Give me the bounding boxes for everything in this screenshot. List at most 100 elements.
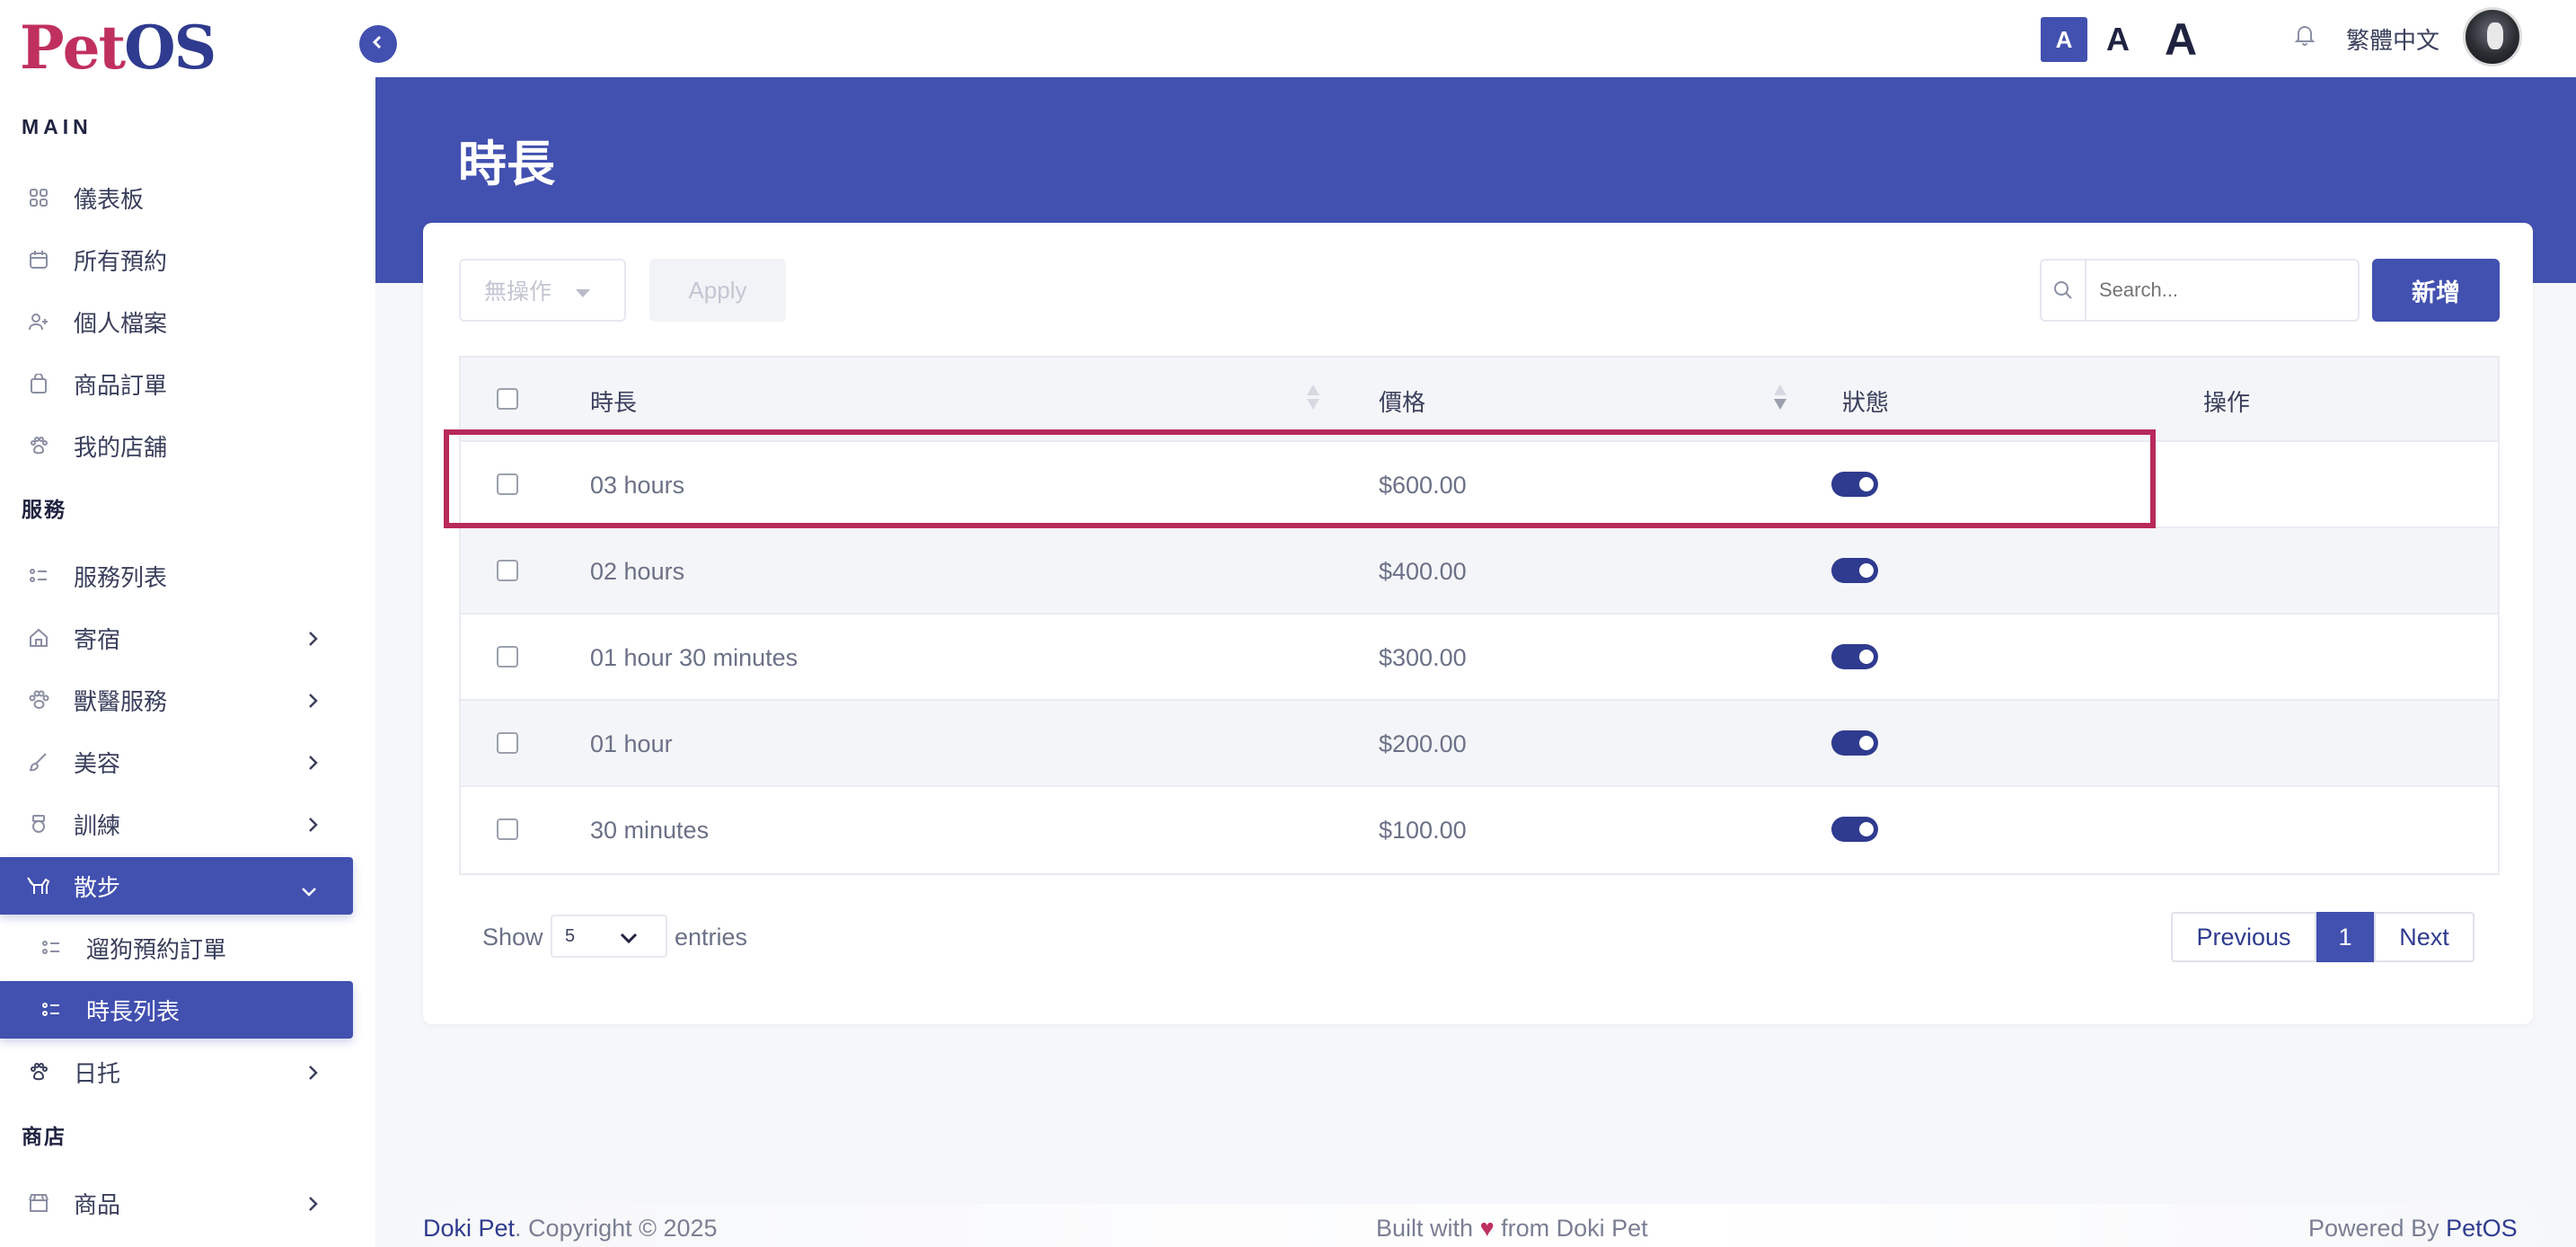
footer-copyright-text: . Copyright © 2025 xyxy=(515,1215,718,1242)
sidebar-item-vet-services[interactable]: 獸醫服務 xyxy=(0,671,353,729)
user-plus-icon xyxy=(27,310,50,333)
chevron-down-icon xyxy=(619,929,639,950)
select-all-checkbox[interactable] xyxy=(497,388,518,410)
bulk-action-select[interactable]: 無操作 xyxy=(459,259,626,322)
sidebar-item-label: 個人檔案 xyxy=(74,309,168,337)
sidebar-item-label: 儀表板 xyxy=(74,185,145,213)
paw-icon xyxy=(27,1060,50,1083)
row-checkbox[interactable] xyxy=(497,732,518,754)
status-toggle[interactable] xyxy=(1831,817,1878,842)
previous-page-button[interactable]: Previous xyxy=(2171,912,2316,962)
chevron-right-icon xyxy=(306,751,319,779)
dog-walk-icon xyxy=(27,874,50,898)
sidebar-item-my-store[interactable]: 我的店舖 xyxy=(0,417,353,474)
row-checkbox[interactable] xyxy=(497,560,518,581)
petos-logo[interactable]: Pet OS xyxy=(20,13,216,83)
section-title-main: MAIN xyxy=(22,115,93,138)
section-title-shop: 商店 xyxy=(22,1125,66,1148)
price-cell: $200.00 xyxy=(1379,730,1467,757)
entries-per-page-select[interactable]: 5 xyxy=(551,915,667,958)
row-checkbox[interactable] xyxy=(497,818,518,840)
sidebar-item-all-bookings[interactable]: 所有預約 xyxy=(0,231,353,288)
brush-icon xyxy=(27,750,50,774)
sidebar-item-label: 美容 xyxy=(74,749,121,777)
price-cell: $400.00 xyxy=(1379,558,1467,585)
footer-built-text: Built with xyxy=(1376,1215,1474,1242)
sidebar-item-label: 時長列表 xyxy=(86,997,181,1025)
sidebar-item-label: 訓練 xyxy=(74,811,121,839)
calendar-icon xyxy=(27,248,50,271)
heart-icon: ♥ xyxy=(1479,1215,1495,1242)
sidebar-item-profile[interactable]: 個人檔案 xyxy=(0,293,353,350)
paw-icon xyxy=(27,434,50,457)
search-icon xyxy=(2042,261,2086,320)
sidebar-item-dog-walking[interactable]: 散步 xyxy=(0,857,353,915)
page-number-button[interactable]: 1 xyxy=(2316,912,2374,962)
logo-letters-et: et xyxy=(62,13,126,83)
sidebar-item-training[interactable]: 訓練 xyxy=(0,795,353,853)
column-header-duration[interactable]: 時長 xyxy=(590,385,637,418)
language-selector[interactable]: 繁體中文 xyxy=(2346,22,2439,56)
content-card: 無操作 Apply 新增 時長 價格 狀態 操作 03 hours $600.0… xyxy=(423,223,2533,1024)
sidebar-item-boarding[interactable]: 寄宿 xyxy=(0,609,353,667)
sidebar-item-label: 散步 xyxy=(74,873,121,901)
sidebar-item-walk-bookings[interactable]: 遛狗預約訂單 xyxy=(0,919,353,977)
next-page-button[interactable]: Next xyxy=(2374,912,2475,962)
entries-label: entries xyxy=(675,924,748,951)
sidebar-item-dashboard[interactable]: 儀表板 xyxy=(0,169,353,226)
chevron-right-icon xyxy=(306,813,319,841)
sidebar-item-duration-list[interactable]: 時長列表 xyxy=(0,981,353,1039)
status-toggle[interactable] xyxy=(1831,644,1878,669)
highlight-box xyxy=(444,429,2156,528)
font-size-small-button[interactable]: A xyxy=(2041,17,2087,62)
footer-from-text: from Doki Pet xyxy=(1501,1215,1648,1242)
sort-icon[interactable] xyxy=(1307,385,1319,413)
sidebar-item-label: 商品訂單 xyxy=(74,371,168,399)
status-toggle[interactable] xyxy=(1831,558,1878,583)
sidebar-item-label: 商品 xyxy=(74,1190,121,1218)
bell-icon[interactable] xyxy=(2294,23,2316,51)
entries-value: 5 xyxy=(565,925,576,946)
footer-brand-link[interactable]: Doki Pet xyxy=(423,1215,515,1242)
sidebar-item-products[interactable]: 商品 xyxy=(0,1174,353,1232)
list-icon xyxy=(40,998,63,1021)
bag-icon xyxy=(27,372,50,395)
chevron-right-icon xyxy=(306,689,319,717)
sidebar-item-label: 所有預約 xyxy=(74,247,168,275)
sidebar-item-daycare[interactable]: 日托 xyxy=(0,1043,353,1101)
list-icon xyxy=(40,936,63,960)
logo-letter-p: P xyxy=(20,13,65,83)
sidebar-item-label: 寄宿 xyxy=(74,625,121,653)
font-size-medium-button[interactable]: A xyxy=(2100,17,2136,62)
page-title: 時長 xyxy=(458,137,555,191)
duration-cell: 01 hour 30 minutes xyxy=(590,644,798,671)
status-toggle[interactable] xyxy=(1831,730,1878,756)
medal-icon xyxy=(27,812,50,836)
sidebar-item-service-list[interactable]: 服務列表 xyxy=(0,547,353,605)
font-size-large-button[interactable]: A xyxy=(2156,14,2206,65)
table-row: 30 minutes $100.00 xyxy=(461,787,2498,873)
column-header-actions: 操作 xyxy=(2203,389,2251,416)
sort-icon[interactable] xyxy=(1774,385,1786,413)
grid-icon xyxy=(27,186,50,209)
sidebar-item-product-orders[interactable]: 商品訂單 xyxy=(0,355,353,412)
list-icon xyxy=(27,564,50,588)
column-header-price[interactable]: 價格 xyxy=(1379,385,1425,418)
chevron-left-icon xyxy=(370,34,386,55)
footer-powered-text: Powered By xyxy=(2308,1215,2439,1242)
search-input[interactable] xyxy=(2086,279,2358,302)
column-header-status: 狀態 xyxy=(1842,389,1890,416)
pagination: Previous 1 Next xyxy=(2171,912,2475,962)
add-button[interactable]: 新增 xyxy=(2372,259,2500,322)
font-size-switcher: A A A xyxy=(2041,14,2206,65)
user-avatar[interactable] xyxy=(2463,7,2522,66)
row-checkbox[interactable] xyxy=(497,646,518,668)
sidebar-item-label: 服務列表 xyxy=(74,563,168,591)
footer-built-with: Built with ♥ from Doki Pet xyxy=(1376,1215,1648,1243)
sidebar-item-grooming[interactable]: 美容 xyxy=(0,733,353,791)
footer-copyright: Doki Pet. Copyright © 2025 xyxy=(423,1215,718,1243)
footer-petos-link[interactable]: PetOS xyxy=(2446,1215,2518,1242)
logo-letters-os: OS xyxy=(124,13,216,83)
collapse-sidebar-button[interactable] xyxy=(359,25,397,63)
apply-button[interactable]: Apply xyxy=(649,259,786,322)
